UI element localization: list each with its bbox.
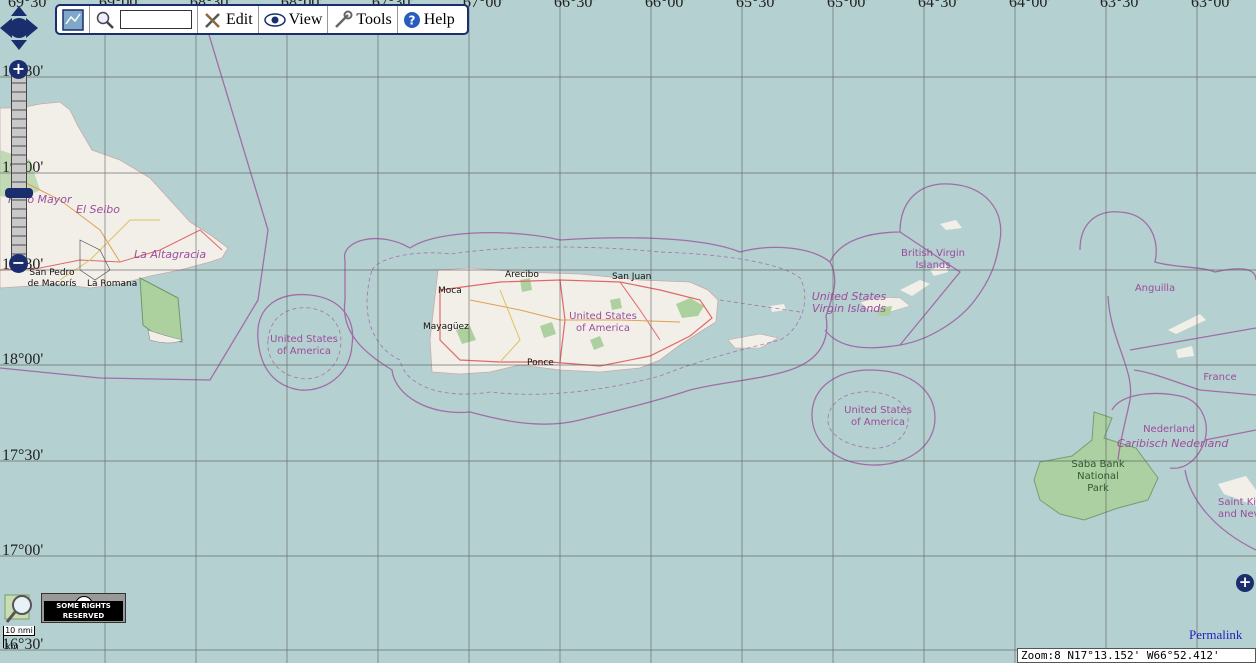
- lon-label: 65°30': [736, 0, 778, 11]
- coordinate-status: Zoom:8 N17°13.152' W66°52.412': [1017, 648, 1256, 663]
- lon-label: 65°00': [827, 0, 869, 11]
- country-label: Saint Kitts and Nevis: [1218, 497, 1256, 520]
- lon-label: 64°00': [1009, 0, 1051, 11]
- place-label: La Altagracia: [134, 248, 207, 261]
- country-label: United States of America: [844, 405, 912, 428]
- country-label: Nederland: [1143, 424, 1195, 435]
- cc-license-badge[interactable]: cc SOME RIGHTS RESERVED: [41, 593, 126, 623]
- place-label: La Romana: [87, 279, 138, 289]
- lat-label: 17°00': [2, 542, 44, 559]
- search-icon[interactable]: [95, 10, 115, 30]
- help-button[interactable]: ? Help: [398, 6, 460, 33]
- search-input[interactable]: [120, 10, 192, 29]
- view-button[interactable]: View: [259, 6, 329, 33]
- country-label: France: [1203, 372, 1237, 383]
- svg-text:?: ?: [408, 13, 415, 27]
- zoom-handle[interactable]: [5, 188, 33, 198]
- edit-label: Edit: [226, 10, 253, 28]
- lon-label: 63°00': [1191, 0, 1233, 11]
- zoom-out-button[interactable]: −: [9, 254, 28, 273]
- country-label: United States of America: [569, 311, 637, 334]
- permalink-link[interactable]: Permalink: [1189, 627, 1242, 643]
- place-label: El Seibo: [76, 203, 121, 216]
- map-key-button[interactable]: [57, 6, 90, 33]
- zoom-in-button[interactable]: +: [9, 60, 28, 79]
- country-label: Caribisch Nederland: [1117, 437, 1229, 450]
- lon-label: 66°00': [645, 0, 687, 11]
- lon-label: 67°00': [463, 0, 505, 11]
- search-box: [90, 6, 198, 33]
- place-label: Moca: [438, 286, 462, 296]
- pan-down-arrow: [11, 40, 27, 50]
- place-label: Arecibo: [505, 270, 539, 280]
- place-label: Ponce: [527, 358, 554, 368]
- country-label: United States of America: [270, 334, 338, 357]
- lon-label: 64°30': [918, 0, 960, 11]
- map-key-icon: [62, 8, 84, 31]
- lon-label: 63°30': [1100, 0, 1142, 11]
- help-label: Help: [423, 10, 455, 28]
- overview-expand-button[interactable]: +: [1236, 574, 1254, 592]
- tools-label: Tools: [356, 10, 392, 28]
- pan-control[interactable]: [0, 6, 38, 50]
- scale-bottom-label: km: [3, 636, 36, 651]
- country-label: Anguilla: [1134, 283, 1176, 294]
- tools-icon: [335, 10, 353, 28]
- pan-up-arrow: [11, 6, 27, 16]
- tools-button[interactable]: Tools: [328, 6, 398, 33]
- edit-icon: [205, 12, 220, 28]
- scale-top-label: 10 nmi: [3, 626, 35, 636]
- lon-label: 66°30': [554, 0, 596, 11]
- help-icon: ?: [403, 11, 420, 28]
- zoom-slider[interactable]: + −: [5, 60, 33, 273]
- place-label: San Pedro de Macorís: [27, 268, 77, 289]
- lat-label: 17°30': [2, 447, 44, 464]
- country-label: British Virgin Islands: [901, 248, 965, 271]
- osm-logo-icon[interactable]: [4, 592, 36, 624]
- cc-text: SOME RIGHTS RESERVED: [44, 601, 123, 621]
- view-label: View: [288, 10, 323, 28]
- scale-bar: 10 nmi km: [3, 626, 37, 663]
- park-label: Saba Bank National Park: [1071, 459, 1125, 494]
- view-eye-icon: [263, 12, 286, 27]
- place-label: Mayagüez: [423, 322, 469, 332]
- country-label: United States Virgin Islands: [811, 290, 887, 315]
- place-label: San Juan: [612, 272, 652, 282]
- lat-label: 18°00': [2, 351, 44, 368]
- edit-button[interactable]: Edit: [198, 6, 259, 33]
- zoom-track[interactable]: [11, 72, 27, 262]
- toolbar: Edit View Tools ? Help: [55, 4, 469, 35]
